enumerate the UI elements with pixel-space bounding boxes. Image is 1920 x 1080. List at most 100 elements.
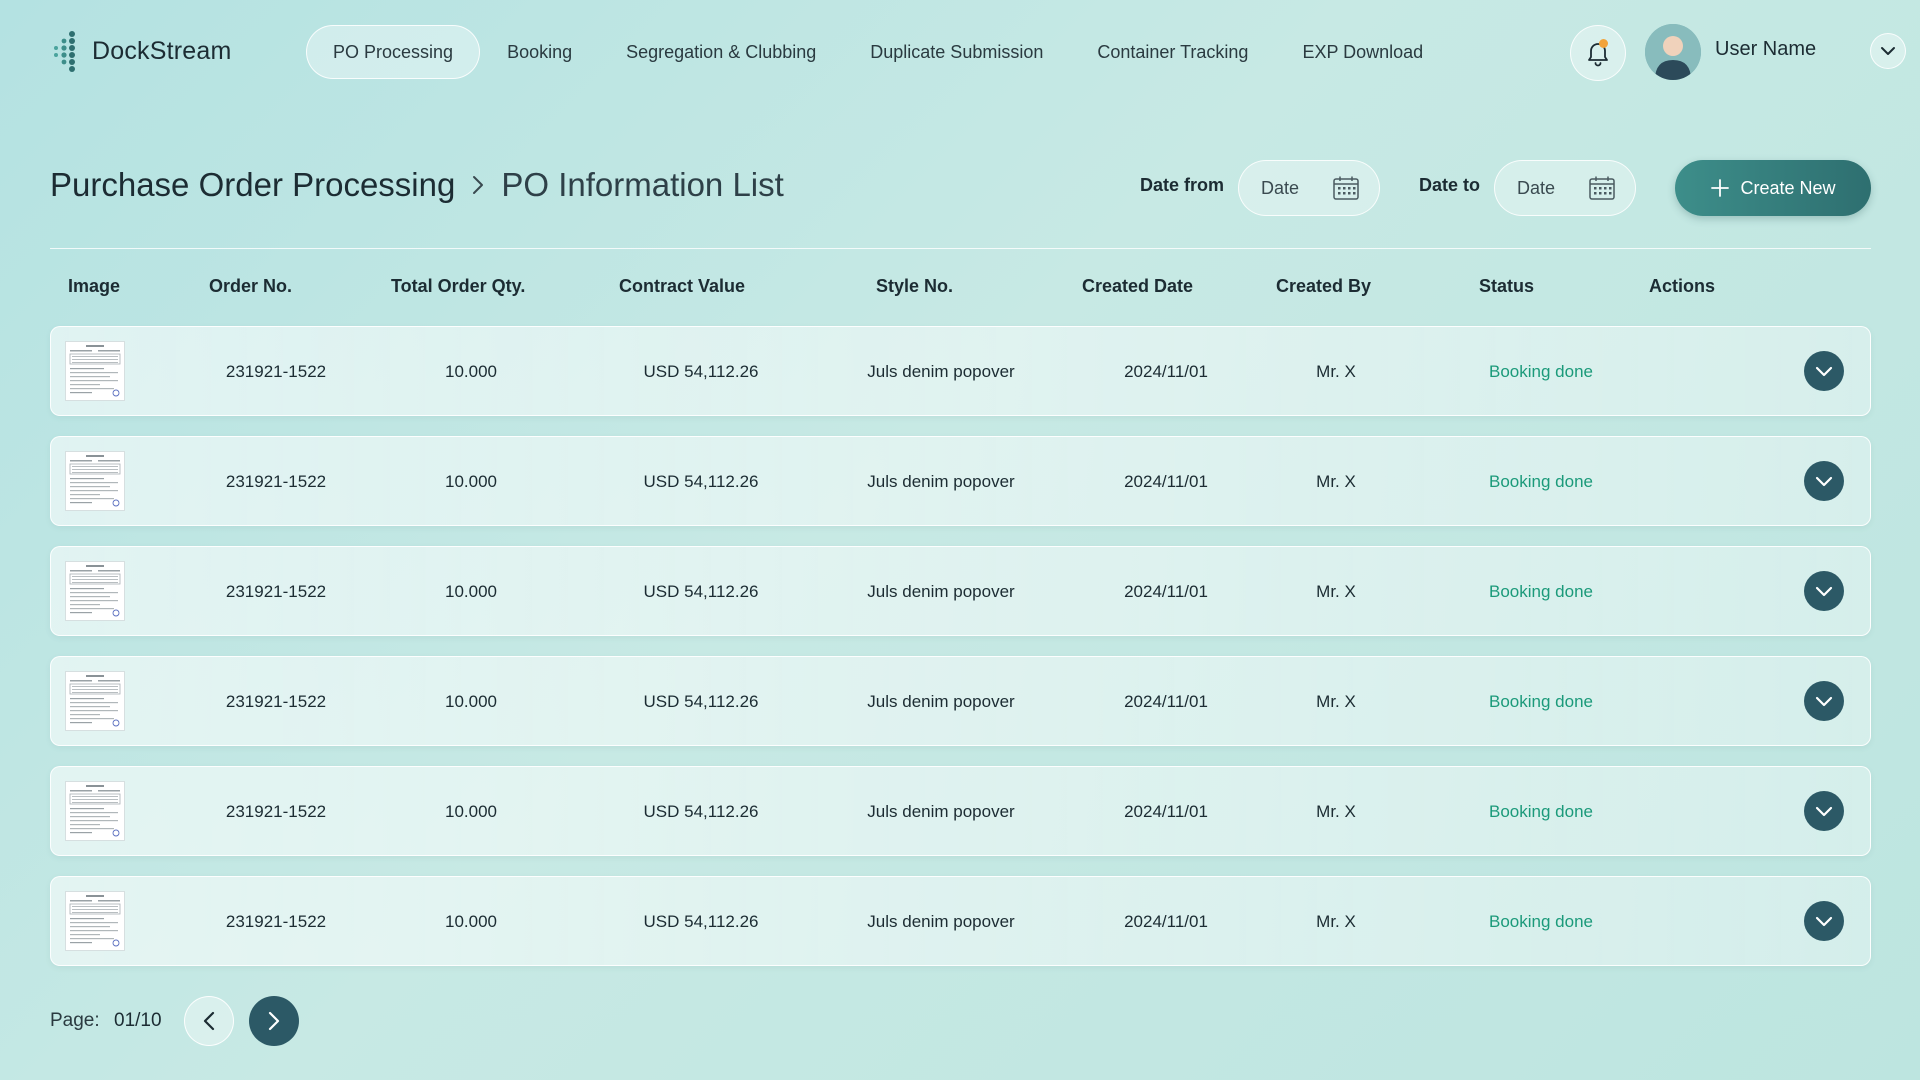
po-document-thumbnail[interactable] [65, 891, 125, 951]
created-date-cell: 2024/11/01 [1124, 802, 1208, 821]
column-header-order-no[interactable]: Order No. [209, 276, 292, 297]
created-date-cell: 2024/11/01 [1124, 472, 1208, 491]
po-document-thumbnail[interactable] [65, 341, 125, 401]
contract-value-cell: USD 54,112.26 [643, 692, 759, 711]
style-no-cell: Juls denim popover [867, 582, 1015, 601]
column-header-created-by[interactable]: Created By [1276, 276, 1371, 297]
app-name: DockStream [92, 36, 232, 65]
row-expand-button[interactable] [1804, 571, 1844, 611]
column-header-actions: Actions [1649, 276, 1716, 296]
table-row[interactable]: 231921-1522 10.000 USD 54,112.26 Juls de… [50, 876, 1871, 966]
status-badge: Booking done [1489, 362, 1593, 381]
user-avatar-icon [1645, 24, 1701, 80]
total-order-qty-cell: 10.000 [445, 362, 497, 381]
total-order-qty-cell: 10.000 [445, 912, 497, 931]
created-date-cell: 2024/11/01 [1124, 912, 1208, 931]
date-from-field[interactable]: Date [1238, 160, 1380, 216]
created-by-cell: Mr. X [1316, 692, 1356, 711]
table-row[interactable]: 231921-1522 10.000 USD 54,112.26 Juls de… [50, 546, 1871, 636]
po-document-thumbnail[interactable] [65, 781, 125, 841]
chevron-right-icon [471, 174, 485, 196]
chevron-down-icon [1815, 476, 1833, 486]
contract-value-cell: USD 54,112.26 [643, 582, 759, 601]
row-expand-button[interactable] [1804, 681, 1844, 721]
created-date-cell: 2024/11/01 [1124, 692, 1208, 711]
status-badge: Booking done [1489, 692, 1593, 711]
app-logo[interactable]: DockStream [50, 30, 232, 72]
style-no-cell: Juls denim popover [867, 362, 1015, 381]
document-thumbnail-image [66, 342, 124, 400]
create-new-button[interactable]: Create New [1675, 160, 1871, 216]
page-title[interactable]: Purchase Order Processing [50, 166, 455, 204]
previous-page-button[interactable] [184, 996, 234, 1046]
user-menu-toggle[interactable] [1870, 33, 1906, 69]
nav-item-po-processing[interactable]: PO Processing [306, 25, 481, 79]
table-header: Image Order No. Total Order Qty. Contrac… [50, 270, 1871, 302]
table-row[interactable]: 231921-1522 10.000 USD 54,112.26 Juls de… [50, 656, 1871, 746]
pagination-label: Page: [50, 1010, 100, 1031]
plus-icon [1711, 179, 1730, 197]
pagination-value: 01/10 [114, 1010, 162, 1031]
nav-item-booking[interactable]: Booking [480, 25, 599, 79]
chevron-right-icon [268, 1011, 280, 1031]
date-from-label: Date from [1140, 175, 1225, 195]
document-thumbnail-image [66, 672, 124, 730]
status-badge: Booking done [1489, 472, 1593, 491]
column-header-style-no[interactable]: Style No. [876, 276, 953, 297]
next-page-button[interactable] [249, 996, 299, 1046]
po-document-thumbnail[interactable] [65, 561, 125, 621]
status-badge: Booking done [1489, 912, 1593, 931]
column-header-total-order-qty[interactable]: Total Order Qty. [391, 276, 525, 297]
row-expand-button[interactable] [1804, 901, 1844, 941]
column-header-status[interactable]: Status [1479, 276, 1534, 297]
style-no-cell: Juls denim popover [867, 692, 1015, 711]
row-expand-button[interactable] [1804, 461, 1844, 501]
contract-value-cell: USD 54,112.26 [643, 362, 759, 381]
style-no-cell: Juls denim popover [867, 472, 1015, 491]
order-no-cell: 231921-1522 [225, 802, 327, 821]
style-no-cell: Juls denim popover [867, 802, 1015, 821]
document-thumbnail-image [66, 452, 124, 510]
chevron-down-icon [1815, 806, 1833, 816]
po-document-thumbnail[interactable] [65, 671, 125, 731]
order-no-cell: 231921-1522 [225, 362, 327, 381]
created-by-cell: Mr. X [1316, 582, 1356, 601]
table-row[interactable]: 231921-1522 10.000 USD 54,112.26 Juls de… [50, 766, 1871, 856]
contract-value-cell: USD 54,112.26 [643, 472, 759, 491]
nav-item-exp-download[interactable]: EXP Download [1275, 25, 1450, 79]
document-thumbnail-image [66, 562, 124, 620]
avatar[interactable] [1645, 24, 1701, 80]
chevron-down-icon [1815, 586, 1833, 596]
document-thumbnail-image [66, 892, 124, 950]
order-no-cell: 231921-1522 [225, 692, 327, 711]
column-header-created-date[interactable]: Created Date [1082, 276, 1193, 297]
total-order-qty-cell: 10.000 [445, 692, 497, 711]
date-to-value: Date [1517, 177, 1556, 198]
chevron-down-icon [1881, 47, 1895, 55]
style-no-cell: Juls denim popover [867, 912, 1015, 931]
create-new-label: Create New [1740, 177, 1836, 198]
contract-value-cell: USD 54,112.26 [643, 912, 759, 931]
created-by-cell: Mr. X [1316, 912, 1356, 931]
total-order-qty-cell: 10.000 [445, 582, 497, 601]
status-badge: Booking done [1489, 802, 1593, 821]
table-row[interactable]: 231921-1522 10.000 USD 54,112.26 Juls de… [50, 436, 1871, 526]
user-name[interactable]: User Name [1715, 38, 1816, 61]
date-to-field[interactable]: Date [1494, 160, 1636, 216]
nav-item-duplicate-submission[interactable]: Duplicate Submission [843, 25, 1070, 79]
created-by-cell: Mr. X [1316, 472, 1356, 491]
order-no-cell: 231921-1522 [225, 472, 327, 491]
nav-item-container-tracking[interactable]: Container Tracking [1070, 25, 1275, 79]
notification-button[interactable] [1570, 25, 1626, 81]
contract-value-cell: USD 54,112.26 [643, 802, 759, 821]
row-expand-button[interactable] [1804, 351, 1844, 391]
row-expand-button[interactable] [1804, 791, 1844, 831]
po-document-thumbnail[interactable] [65, 451, 125, 511]
total-order-qty-cell: 10.000 [445, 802, 497, 821]
date-to-label: Date to [1419, 175, 1481, 195]
table-row[interactable]: 231921-1522 10.000 USD 54,112.26 Juls de… [50, 326, 1871, 416]
nav-item-segregation-clubbing[interactable]: Segregation & Clubbing [599, 25, 843, 79]
calendar-icon [1589, 176, 1615, 200]
column-header-contract-value[interactable]: Contract Value [619, 276, 745, 297]
calendar-icon [1333, 176, 1359, 200]
